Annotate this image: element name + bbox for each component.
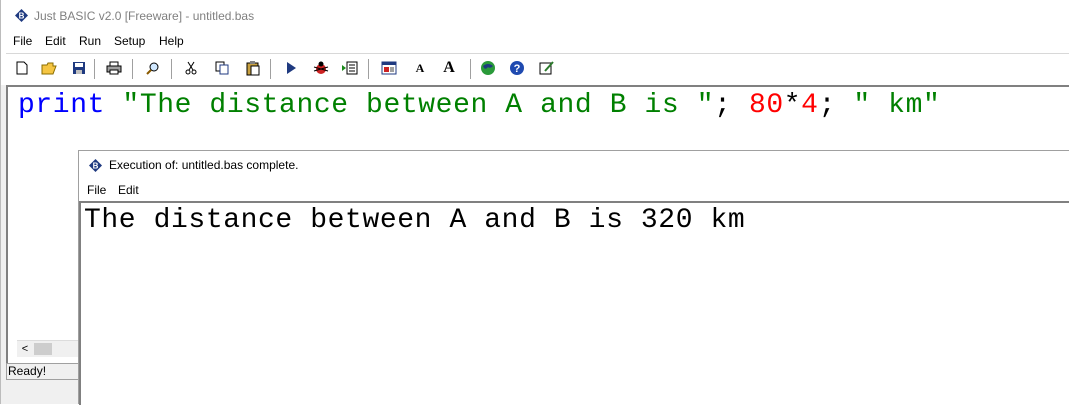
code-string: " km" xyxy=(853,90,941,121)
exec-menu-edit[interactable]: Edit xyxy=(118,183,139,197)
exec-output-area[interactable]: The distance between A and B is 320 km xyxy=(79,201,1069,405)
scroll-left-arrow-icon[interactable]: < xyxy=(17,341,33,357)
code-operator: * xyxy=(783,90,802,121)
menu-edit[interactable]: Edit xyxy=(45,34,66,48)
exec-title-bar: B Execution of: untitled.bas complete. xyxy=(79,151,1069,179)
exec-menu-file[interactable]: File xyxy=(87,183,106,197)
window-bottom-area xyxy=(1,380,81,404)
code-semicolon: ; xyxy=(818,90,836,121)
horizontal-scrollbar[interactable]: < xyxy=(17,340,79,357)
help-icon[interactable]: ? xyxy=(508,58,526,78)
web-icon[interactable] xyxy=(479,58,497,78)
svg-text:?: ? xyxy=(514,63,521,75)
menu-setup[interactable]: Setup xyxy=(114,34,145,48)
cut-icon[interactable] xyxy=(182,58,200,78)
svg-text:B: B xyxy=(93,162,99,171)
font-small-icon[interactable]: A xyxy=(411,58,429,78)
code-semicolon: ; xyxy=(714,90,732,121)
toolbar-separator xyxy=(470,59,471,79)
debug-icon[interactable] xyxy=(312,58,330,78)
toolbar: A A ? xyxy=(6,53,1069,84)
code-line: print "The distance between A and B is "… xyxy=(18,90,940,121)
code-keyword: print xyxy=(18,90,106,121)
just-basic-app-icon: B xyxy=(89,159,102,172)
toolbar-separator xyxy=(368,59,369,79)
exec-window-title: Execution of: untitled.bas complete. xyxy=(109,158,299,172)
toolbar-separator xyxy=(270,59,271,79)
execution-window: B Execution of: untitled.bas complete. F… xyxy=(78,150,1069,405)
svg-text:B: B xyxy=(19,12,25,21)
code-string: "The distance between A and B is " xyxy=(122,90,715,121)
just-basic-app-icon: B xyxy=(15,9,28,22)
status-bar: Ready! xyxy=(6,363,80,380)
find-icon[interactable] xyxy=(144,58,162,78)
gui-editor-icon[interactable] xyxy=(380,58,398,78)
toolbar-separator xyxy=(171,59,172,79)
menu-file[interactable]: File xyxy=(13,34,32,48)
scroll-thumb[interactable] xyxy=(34,343,52,355)
window-title: Just BASIC v2.0 [Freeware] - untitled.ba… xyxy=(34,9,255,23)
run-icon[interactable] xyxy=(282,58,300,78)
menu-help[interactable]: Help xyxy=(159,34,184,48)
open-folder-icon[interactable] xyxy=(40,58,58,78)
title-bar: B Just BASIC v2.0 [Freeware] - untitled.… xyxy=(1,0,1069,30)
font-large-icon[interactable]: A xyxy=(440,58,458,78)
toolbar-separator xyxy=(94,59,95,79)
toolbar-separator xyxy=(132,59,133,79)
lite-debug-icon[interactable] xyxy=(341,58,359,78)
save-icon[interactable] xyxy=(70,58,88,78)
paste-icon[interactable] xyxy=(244,58,262,78)
code-number: 4 xyxy=(801,90,819,121)
print-icon[interactable] xyxy=(105,58,123,78)
menu-run[interactable]: Run xyxy=(79,34,101,48)
notepad-icon[interactable] xyxy=(538,58,556,78)
code-number: 80 xyxy=(748,90,784,121)
new-file-icon[interactable] xyxy=(13,58,31,78)
copy-icon[interactable] xyxy=(213,58,231,78)
output-line: The distance between A and B is 320 km xyxy=(84,205,746,236)
